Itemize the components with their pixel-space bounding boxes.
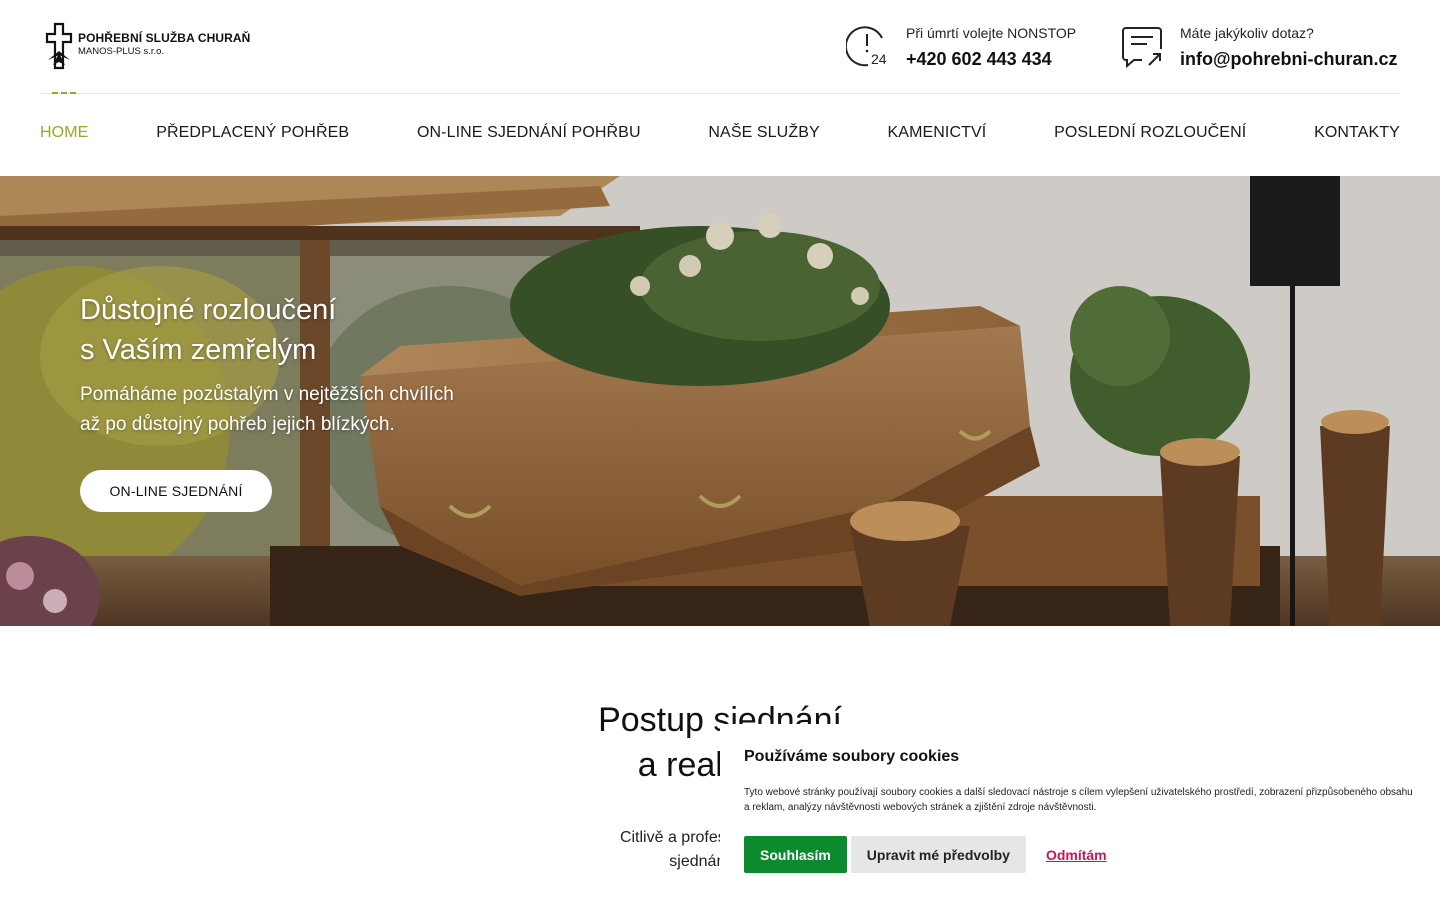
nav-item-home[interactable]: HOME xyxy=(40,124,88,142)
message-icon xyxy=(1122,27,1162,68)
active-nav-marker xyxy=(52,92,76,94)
hero-title-line: Důstojné rozloučení xyxy=(80,294,337,326)
mail-address[interactable]: info@pohrebni-churan.cz xyxy=(1180,49,1398,70)
hero-subtitle-line: až po důstojný pohřeb jejich blízkých. xyxy=(80,414,395,435)
cookie-reject-link[interactable]: Odmítám xyxy=(1046,847,1107,863)
site-header: POHŘEBNÍ SLUŽBA CHURAŇ MANOS-PLUS s.r.o.… xyxy=(0,0,1440,176)
cookie-consent-panel: Používáme soubory cookies Tyto webové st… xyxy=(720,724,1440,900)
mail-contact[interactable]: Máte jakýkoliv dotaz? info@pohrebni-chur… xyxy=(1120,24,1398,70)
cookie-actions: Souhlasím Upravit mé předvolby Odmítám xyxy=(744,836,1416,873)
hero-subtitle: Pomáháme pozůstalým v nejtěžších chvílíc… xyxy=(80,380,454,440)
brand-company: MANOS-PLUS s.r.o. xyxy=(78,46,165,57)
online-sjednani-button[interactable]: ON-LINE SJEDNÁNÍ xyxy=(80,470,272,512)
hero-title: Důstojné rozloučení s Vaším zemřelým xyxy=(80,290,336,370)
mail-label: Máte jakýkoliv dotaz? xyxy=(1180,25,1314,41)
phone-contact[interactable]: 24 Při úmrtí volejte NONSTOP +420 602 44… xyxy=(846,24,1076,70)
nav-item-kamenictvi[interactable]: KAMENICTVÍ xyxy=(888,124,987,142)
cookie-preferences-button[interactable]: Upravit mé předvolby xyxy=(850,836,1026,873)
cookie-description: Tyto webové stránky používají soubory co… xyxy=(744,787,1413,813)
phone-number[interactable]: +420 602 443 434 xyxy=(906,49,1076,70)
nav-item-predplaceny-pohreb[interactable]: PŘEDPLACENÝ POHŘEB xyxy=(156,124,349,142)
clock-24-icon: 24 xyxy=(846,26,887,67)
hero-subtitle-line: Pomáháme pozůstalým v nejtěžších chvílíc… xyxy=(80,384,454,405)
hero-title-line: s Vaším zemřelým xyxy=(80,334,317,366)
logo[interactable]: POHŘEBNÍ SLUŽBA CHURAŇ MANOS-PLUS s.r.o. xyxy=(44,22,250,72)
main-nav: HOME PŘEDPLACENÝ POHŘEB ON-LINE SJEDNÁNÍ… xyxy=(40,124,1400,142)
hero-banner: Důstojné rozloučení s Vaším zemřelým Pom… xyxy=(0,176,1440,626)
cookie-accept-button[interactable]: Souhlasím xyxy=(744,836,847,873)
brand-name: POHŘEBNÍ SLUŽBA CHURAŇ xyxy=(78,31,251,45)
nav-item-kontakty[interactable]: KONTAKTY xyxy=(1314,124,1400,142)
svg-text:24: 24 xyxy=(871,51,887,67)
cookie-title: Používáme soubory cookies xyxy=(744,748,960,765)
cross-icon xyxy=(45,22,73,70)
nav-item-posledni-rozlouceni[interactable]: POSLEDNÍ ROZLOUČENÍ xyxy=(1054,124,1246,142)
nav-item-nase-sluzby[interactable]: NAŠE SLUŽBY xyxy=(708,124,819,142)
header-divider xyxy=(40,93,1400,94)
phone-label: Při úmrtí volejte NONSTOP xyxy=(906,25,1077,41)
nav-item-online-sjednani[interactable]: ON-LINE SJEDNÁNÍ POHŘBU xyxy=(417,124,641,142)
